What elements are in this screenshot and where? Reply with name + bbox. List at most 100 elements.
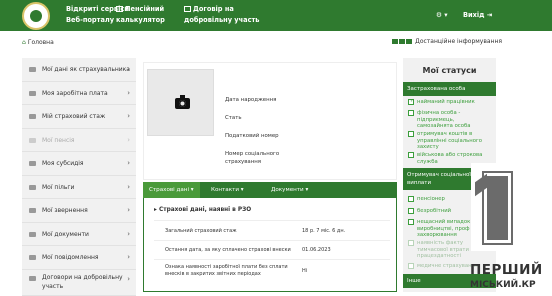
status-label: працездатності	[417, 253, 461, 259]
panel-title-text: Страхові дані, наявні в РЗО	[158, 207, 252, 213]
benefits-icon	[29, 184, 36, 190]
pension-fund-logo[interactable]	[22, 2, 50, 30]
tab-insurance-data[interactable]: Страхові дані ▾	[143, 182, 200, 198]
briefcase-icon	[29, 114, 36, 119]
insured-person-header: Застрахована особа	[403, 82, 496, 96]
total-period-label: Загальний страховий стаж	[165, 228, 237, 234]
sidebar-item-label: Мій страховий стаж	[42, 113, 106, 120]
contract-icon	[29, 275, 36, 281]
exit-icon: ⇥	[486, 11, 493, 19]
pension-icon	[29, 137, 36, 143]
sidebar-item-pension[interactable]: Мої пенсія ›	[22, 128, 136, 152]
last-payment-date-label: Остання дата, за яку сплачено страхові в…	[165, 247, 291, 253]
chevron-right-icon: ›	[127, 274, 130, 283]
top-header: Відкриті сервіси Веб-порталу Пенсійний к…	[0, 0, 552, 31]
settings-caret: ▾	[444, 11, 448, 19]
tab-label: Документи	[271, 187, 304, 193]
notification-settings[interactable]: Достанційне інформування	[392, 38, 502, 45]
divider	[154, 240, 390, 241]
calculator-icon	[116, 6, 123, 12]
checked-icon	[408, 98, 414, 105]
breadcrumb-home[interactable]: Головна	[28, 39, 54, 46]
id-card-icon	[29, 67, 36, 72]
status-social-protection[interactable]: отримувач коштів в управлінні соціального…	[408, 131, 492, 151]
status-label: захисту	[417, 144, 439, 150]
sidebar-item-appeals[interactable]: Мої звернення ›	[22, 199, 136, 223]
social-insurance-label-line1: Номер соціального	[225, 151, 280, 157]
checkbox-icon	[408, 152, 414, 158]
sidebar-item-label: Мої документи	[42, 230, 89, 238]
camera-icon	[175, 95, 190, 109]
contract-line1: Договір на	[193, 5, 234, 13]
watermark-logo	[482, 171, 513, 245]
pension-calculator-link[interactable]: Пенсійний калькулятор	[116, 4, 165, 26]
status-label: пенсіонер	[417, 196, 445, 202]
panel-title[interactable]: ▸ Страхові дані, наявні в РЗО	[154, 207, 251, 213]
chevron-down-icon: ▾	[240, 187, 244, 193]
sidebar-item-label: Моя заробітна плата	[42, 89, 108, 97]
chevron-right-icon: ›	[127, 182, 130, 191]
remote-notification-label: Достанційне інформування	[415, 38, 502, 45]
sidebar-item-insurance-period[interactable]: Мій страховий стаж ›	[22, 105, 136, 129]
email-icon	[399, 39, 406, 44]
status-label: військова або строкова	[417, 152, 483, 158]
sidebar-item-documents[interactable]: Мої документи ›	[22, 222, 136, 246]
checkbox-icon	[408, 263, 414, 269]
sidebar-item-insurer-data[interactable]: Мої дані як страхувальника ›	[22, 58, 136, 82]
pension-calc-line1: Пенсійний	[125, 5, 165, 13]
checkbox-icon	[408, 131, 414, 137]
unpaid-salary-label-line1: Ознака наявності заробітної плати без сп…	[165, 264, 288, 270]
voluntary-contract-link[interactable]: Договір на добровільну участь	[184, 4, 259, 26]
profile-photo[interactable]	[147, 69, 214, 136]
sidebar-item-label: Мої повідомлення	[42, 254, 99, 261]
phone-icon	[406, 39, 413, 44]
unpaid-salary-label-line2: внесків в закритих звітних періодах	[165, 271, 261, 277]
checkbox-icon	[408, 240, 414, 246]
status-entrepreneur[interactable]: фізична особа - підприємець, самозайнята о…	[408, 110, 492, 130]
checkbox-icon	[408, 196, 414, 202]
envelope-icon	[29, 208, 36, 213]
sidebar-item-salary[interactable]: Моя заробітна плата ›	[22, 81, 136, 105]
breadcrumb: ⌂ Головна	[22, 39, 54, 46]
sidebar-item-messages[interactable]: Мої повідомлення ›	[22, 246, 136, 270]
exit-button[interactable]: Вихід ⇥	[463, 11, 492, 19]
sidebar-item-label-line2: участь	[42, 282, 64, 290]
chevron-right-icon: ›	[127, 206, 130, 214]
chevron-down-icon: ▾	[190, 187, 194, 193]
watermark-line2: МІСЬКИЙ.КР	[470, 280, 536, 290]
document-icon	[29, 231, 36, 237]
pension-calc-line2: калькулятор	[116, 16, 165, 24]
sex-label: Стать	[225, 115, 242, 121]
status-employee[interactable]: найманий працівник	[408, 98, 492, 106]
tax-number-label: Податковий номер	[225, 133, 279, 139]
profile-card: Дата народження Стать Податковий номер Н…	[143, 62, 397, 180]
message-icon	[29, 255, 36, 260]
sidebar-item-label: Мої звернення	[42, 207, 88, 214]
settings-menu[interactable]: ⚙ ▾	[436, 11, 448, 19]
sidebar-item-label-line1: Договори на добровільну	[42, 273, 123, 281]
status-label: найманий працівник	[417, 99, 475, 105]
checkbox-icon	[408, 208, 414, 214]
tab-contacts[interactable]: Контакти ▾	[211, 182, 244, 198]
sidebar-item-label: Моя субсидія	[42, 160, 84, 167]
sidebar-item-benefits[interactable]: Мої пільги ›	[22, 175, 136, 199]
sidebar: Мої дані як страхувальника › Моя заробітн…	[22, 58, 136, 296]
chevron-right-icon: ›	[127, 135, 130, 144]
subsidy-icon	[29, 161, 36, 166]
sidebar-item-subsidy[interactable]: Моя субсидія ›	[22, 152, 136, 176]
exit-label: Вихід	[463, 11, 485, 19]
last-payment-date-value: 01.06.2023	[302, 247, 331, 253]
contract-line2: добровільну участь	[184, 16, 260, 24]
chevron-right-icon: ›	[127, 65, 130, 73]
checkbox-icon	[392, 39, 399, 44]
status-label: самозайнята особа	[417, 123, 471, 129]
insurance-data-panel: ▸ Страхові дані, наявні в РЗО Загальний …	[143, 198, 397, 292]
tab-documents[interactable]: Документи ▾	[271, 182, 308, 198]
social-insurance-label-line2: страхування	[225, 159, 261, 165]
home-icon: ⌂	[22, 39, 26, 46]
chevron-down-icon: ▾	[305, 187, 309, 193]
status-label: безробітний	[417, 208, 452, 214]
tab-label: Контакти	[211, 187, 240, 193]
total-period-value: 18 р. 7 міс. 6 дн.	[302, 228, 346, 234]
chevron-down-icon: ▸	[154, 207, 157, 213]
